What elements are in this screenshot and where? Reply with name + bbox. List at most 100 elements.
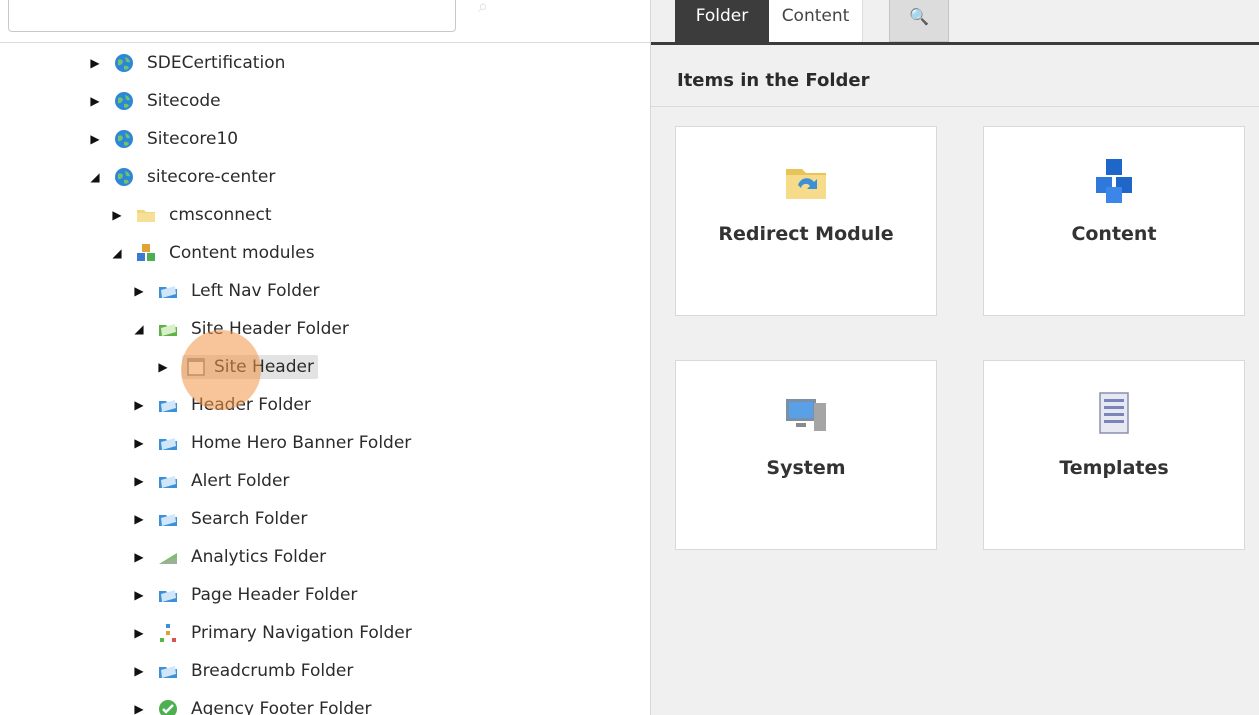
expand-arrow-icon[interactable]: ▶	[130, 472, 148, 490]
tree-item-label: Content modules	[169, 243, 315, 263]
tree-item-label: Home Hero Banner Folder	[191, 433, 412, 453]
blue-folder-icon	[159, 400, 177, 412]
collapse-arrow-icon[interactable]: ◢	[86, 168, 104, 186]
globe-icon	[115, 92, 133, 110]
tree-item-label: Search Folder	[191, 509, 308, 529]
green-folder-icon	[159, 324, 177, 336]
tree-item-search-folder[interactable]: ▶ Search Folder	[130, 504, 311, 534]
globe-icon	[115, 168, 133, 186]
folder-icon	[137, 210, 155, 222]
search-ghost-icon: ⌕	[478, 0, 489, 17]
globe-icon	[115, 130, 133, 148]
tree-item-label: cmsconnect	[169, 205, 272, 225]
tree-item-site-header-folder[interactable]: ◢ Site Header Folder	[130, 314, 353, 344]
chart-icon	[159, 553, 177, 564]
tree-item-label: Sitecode	[147, 91, 221, 111]
tree-item-site-header[interactable]: ▶ Site Header	[154, 352, 318, 382]
tree-item-breadcrumb-folder[interactable]: ▶ Breadcrumb Folder	[130, 656, 357, 686]
content-tree-pane: ⌕ ▶ SDECertification ▶ Sitecode ▶ Siteco…	[0, 0, 650, 715]
divider	[651, 106, 1259, 107]
tabs-underline	[651, 42, 1259, 45]
item-card-system[interactable]: System	[675, 360, 937, 550]
tree-item-label: Left Nav Folder	[191, 281, 320, 301]
redirect-folder-icon	[786, 169, 826, 199]
blue-folder-icon	[159, 438, 177, 450]
divider	[0, 42, 650, 43]
blue-folder-icon	[159, 590, 177, 602]
expand-arrow-icon[interactable]: ▶	[130, 434, 148, 452]
sitemap-icon	[160, 624, 176, 642]
tree-item-cmsconnect[interactable]: ▶ cmsconnect	[108, 200, 276, 230]
expand-arrow-icon[interactable]: ▶	[130, 624, 148, 642]
tab-content[interactable]: Content	[769, 0, 863, 42]
expand-arrow-icon[interactable]: ▶	[130, 586, 148, 604]
cubes-icon	[137, 244, 155, 261]
tree-item-sitecore10[interactable]: ▶ Sitecore10	[86, 124, 242, 154]
tree-item-label: Primary Navigation Folder	[191, 623, 412, 643]
expand-arrow-icon[interactable]: ▶	[154, 358, 172, 376]
tab-label: Content	[781, 6, 850, 26]
page-icon	[187, 358, 205, 376]
expand-arrow-icon[interactable]: ▶	[130, 700, 148, 715]
collapse-arrow-icon[interactable]: ◢	[108, 244, 126, 262]
blue-folder-icon	[159, 286, 177, 298]
expand-arrow-icon[interactable]: ▶	[108, 206, 126, 224]
collapse-arrow-icon[interactable]: ◢	[130, 320, 148, 338]
blue-folder-icon	[159, 476, 177, 488]
tree-item-selected-wrap: Site Header	[182, 355, 318, 379]
expand-arrow-icon[interactable]: ▶	[130, 282, 148, 300]
tree-item-analytics-folder[interactable]: ▶ Analytics Folder	[130, 542, 330, 572]
tree-item-label: Header Folder	[191, 395, 311, 415]
expand-arrow-icon[interactable]: ▶	[86, 92, 104, 110]
expand-arrow-icon[interactable]: ▶	[130, 662, 148, 680]
tree-item-label: Breadcrumb Folder	[191, 661, 354, 681]
tree-item-sdecertification[interactable]: ▶ SDECertification	[86, 48, 289, 78]
tree-item-label: Page Header Folder	[191, 585, 358, 605]
card-label: Content	[1071, 223, 1157, 245]
tree-item-agency-footer-folder[interactable]: ▶ Agency Footer Folder	[130, 694, 376, 715]
tree-item-label: Site Header Folder	[191, 319, 349, 339]
search-icon: 🔍	[909, 7, 929, 26]
tab-folder[interactable]: Folder	[675, 0, 769, 42]
tree-item-label: Agency Footer Folder	[191, 699, 372, 715]
expand-arrow-icon[interactable]: ▶	[130, 396, 148, 414]
editor-tabs: Folder Content 🔍	[651, 0, 1259, 46]
document-list-icon	[1099, 392, 1129, 434]
tree-item-label: Analytics Folder	[191, 547, 327, 567]
blue-cubes-icon	[1096, 159, 1132, 203]
expand-arrow-icon[interactable]: ▶	[130, 510, 148, 528]
search-tab-button[interactable]: 🔍	[889, 0, 949, 42]
blue-folder-icon	[159, 514, 177, 526]
tree-item-page-header-folder[interactable]: ▶ Page Header Folder	[130, 580, 361, 610]
green-check-icon	[159, 700, 177, 715]
tree-search-input[interactable]	[8, 0, 456, 32]
expand-arrow-icon[interactable]: ▶	[86, 130, 104, 148]
tree-item-content-modules[interactable]: ◢ Content modules	[108, 238, 319, 268]
tree-item-header-folder[interactable]: ▶ Header Folder	[130, 390, 315, 420]
computer-icon	[786, 399, 826, 431]
blue-folder-icon	[159, 666, 177, 678]
tree-item-home-hero-banner-folder[interactable]: ▶ Home Hero Banner Folder	[130, 428, 415, 458]
item-card-redirect-module[interactable]: Redirect Module	[675, 126, 937, 316]
tab-label: Folder	[695, 6, 749, 26]
tree-item-label: Sitecore10	[147, 129, 239, 149]
item-card-templates[interactable]: Templates	[983, 360, 1245, 550]
tree-item-label: Alert Folder	[191, 471, 290, 491]
tree-item-primary-navigation-folder[interactable]: ▶ Primary Navigation Folder	[130, 618, 416, 648]
tree-item-label: sitecore-center	[147, 167, 276, 187]
section-title: Items in the Folder	[677, 70, 870, 91]
tree-item-label: SDECertification	[147, 53, 286, 73]
card-label: Templates	[1059, 457, 1169, 479]
tree-item-label: Site Header	[214, 357, 314, 377]
tree-item-sitecode[interactable]: ▶ Sitecode	[86, 86, 225, 116]
expand-arrow-icon[interactable]: ▶	[86, 54, 104, 72]
tree-item-left-nav-folder[interactable]: ▶ Left Nav Folder	[130, 276, 324, 306]
item-card-content[interactable]: Content	[983, 126, 1245, 316]
tree-item-alert-folder[interactable]: ▶ Alert Folder	[130, 466, 293, 496]
card-label: Redirect Module	[718, 223, 894, 245]
card-label: System	[766, 457, 846, 479]
globe-icon	[115, 54, 133, 72]
content-pane: Folder Content 🔍 Items in the Folder Red…	[650, 0, 1259, 715]
tree-item-sitecore-center[interactable]: ◢ sitecore-center	[86, 162, 279, 192]
expand-arrow-icon[interactable]: ▶	[130, 548, 148, 566]
